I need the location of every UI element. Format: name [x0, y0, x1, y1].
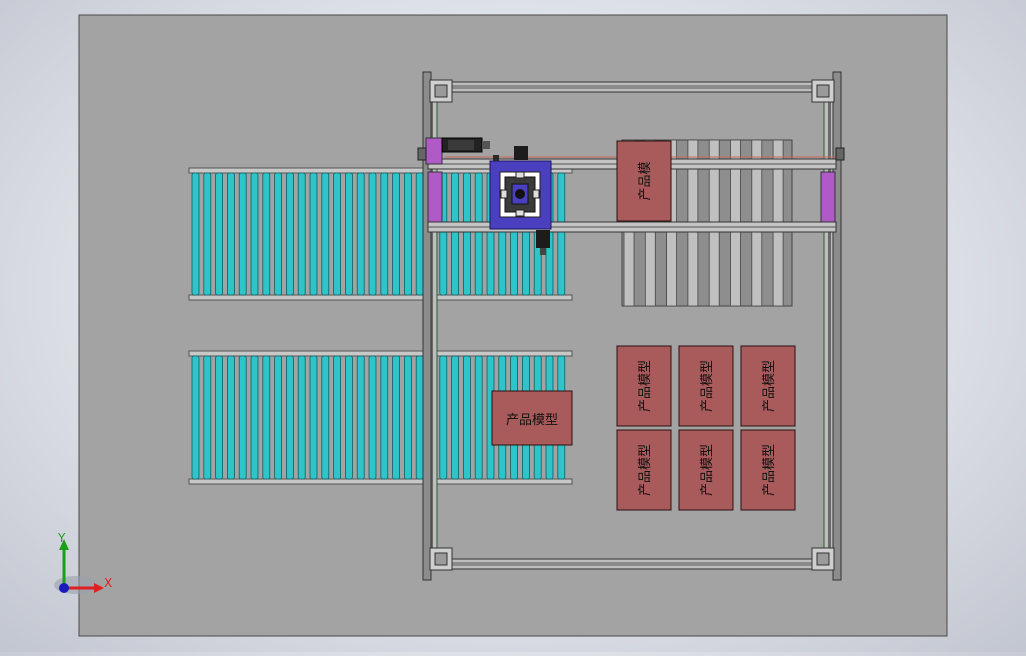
conveyor-roller [215, 172, 224, 296]
conveyor-roller [274, 172, 283, 296]
conveyor-roller [250, 172, 259, 296]
product-box: 产品模型 [740, 345, 796, 427]
conveyor-roller [415, 355, 424, 480]
conveyor-roller [333, 172, 342, 296]
conveyor-roller [380, 355, 389, 480]
conveyor-roller [557, 172, 566, 296]
conveyor-roller [262, 172, 271, 296]
conveyor-roller [226, 172, 235, 296]
conveyor-roller [274, 355, 283, 480]
conveyor-roller [309, 355, 318, 480]
conveyor-roller [215, 355, 224, 480]
palletizer-layout-drawing[interactable]: 产品模型 产品模 产品模型 产品模型 产品模型产品模型 产品模型 产品模型 X Y [0, 0, 1026, 652]
product-box-on-pallet: 产品模 [616, 140, 672, 222]
conveyor-roller [333, 355, 342, 480]
conveyor-roller [250, 355, 259, 480]
product-box-label: 产品模型 [762, 360, 777, 412]
conveyor-roller [297, 172, 306, 296]
conveyor-roller [321, 355, 330, 480]
product-box-on-conveyor: 产品模型 [491, 390, 573, 446]
conveyor-roller [451, 172, 460, 296]
cad-viewport[interactable]: 产品模型 产品模 产品模型 产品模型 产品模型 产品模型 产品模型 产品模型 X Y [0, 0, 1026, 652]
conveyor-roller [403, 172, 412, 296]
conveyor-roller [191, 172, 200, 296]
conveyor-roller [309, 172, 318, 296]
conveyor-roller [474, 172, 483, 296]
conveyor-roller [462, 355, 471, 480]
conveyor-roller [462, 172, 471, 296]
conveyor-roller [238, 172, 247, 296]
conveyor-roller [321, 172, 330, 296]
conveyor-roller [226, 355, 235, 480]
conveyor-roller [474, 355, 483, 480]
conveyor-roller [344, 172, 353, 296]
product-box-label: 产品模型 [700, 360, 715, 412]
conveyor-roller [285, 172, 294, 296]
product-box-label: 产品模型 [700, 444, 715, 496]
conveyor-roller [368, 355, 377, 480]
conveyor-roller [285, 355, 294, 480]
product-box-label: 产品模型 [638, 360, 653, 412]
product-box-label: 产品模型 [762, 444, 777, 496]
product-box: 产品模型 [616, 429, 672, 511]
pallet-box-label: 产品模 [638, 161, 653, 200]
drawing-sheet [78, 14, 948, 637]
conveyor-roller [191, 355, 200, 480]
conveyor-roller [403, 355, 412, 480]
conveyor-roller [203, 355, 212, 480]
conveyor-roller [297, 355, 306, 480]
product-box-label: 产品模型 [638, 444, 653, 496]
product-box-label: 产品模型 [506, 413, 558, 428]
conveyor-roller [392, 355, 401, 480]
conveyor-roller [262, 355, 271, 480]
triad-y-label: Y [57, 531, 66, 545]
conveyor-roller [238, 355, 247, 480]
product-box: 产品模型 [616, 345, 672, 427]
product-box: 产品模型 [740, 429, 796, 511]
conveyor-roller [415, 172, 424, 296]
product-box: 产品模型 [678, 429, 734, 511]
conveyor-roller [380, 172, 389, 296]
conveyor-roller [203, 172, 212, 296]
conveyor-roller [439, 355, 448, 480]
conveyor-roller [368, 172, 377, 296]
conveyor-roller [356, 355, 365, 480]
conveyor-roller [392, 172, 401, 296]
conveyor-roller [344, 355, 353, 480]
triad-x-label: X [104, 576, 112, 590]
conveyor-roller [356, 172, 365, 296]
product-box: 产品模型 [678, 345, 734, 427]
conveyor-roller [451, 355, 460, 480]
